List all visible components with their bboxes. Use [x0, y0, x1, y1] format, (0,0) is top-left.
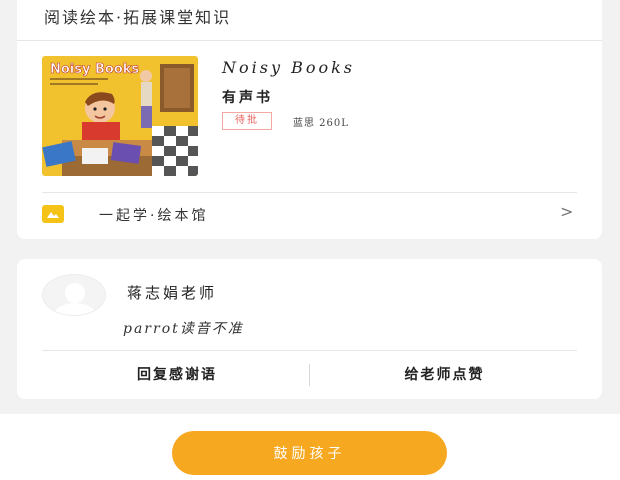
book-cover-title: Noisy Books [50, 62, 139, 77]
avatar [42, 274, 106, 316]
lexile-level: 蓝思 260L [293, 118, 349, 129]
page: 阅读绘本·拓展课堂知识 Noisy Books Noisy Books 有声书 … [0, 0, 620, 480]
chevron-right-icon[interactable]: > [560, 202, 573, 221]
teacher-name: 蒋志娟老师 [127, 284, 218, 302]
teacher-comment: parrot读音不准 [123, 321, 244, 337]
library-label: 一起学·绘本馆 [99, 208, 209, 224]
section-title: 阅读绘本·拓展课堂知识 [44, 8, 232, 27]
status-badge: 待批 [222, 112, 272, 130]
book-cover-image[interactable]: Noisy Books [42, 56, 198, 176]
book-title: Noisy Books [222, 58, 356, 77]
teacher-comment-card: 蒋志娟老师 parrot读音不准 回复感谢语 给老师点赞 [17, 259, 602, 399]
book-card: 阅读绘本·拓展课堂知识 Noisy Books Noisy Books 有声书 … [17, 0, 602, 239]
divider [17, 40, 602, 41]
book-subtitle: 有声书 [222, 90, 273, 106]
encourage-child-button[interactable]: 鼓励孩子 [172, 431, 447, 475]
button-divider [309, 364, 310, 386]
picture-book-library-icon [42, 205, 64, 223]
reply-thanks-button[interactable]: 回复感谢语 [42, 351, 312, 397]
divider [42, 192, 577, 193]
like-teacher-button[interactable]: 给老师点赞 [312, 351, 577, 397]
